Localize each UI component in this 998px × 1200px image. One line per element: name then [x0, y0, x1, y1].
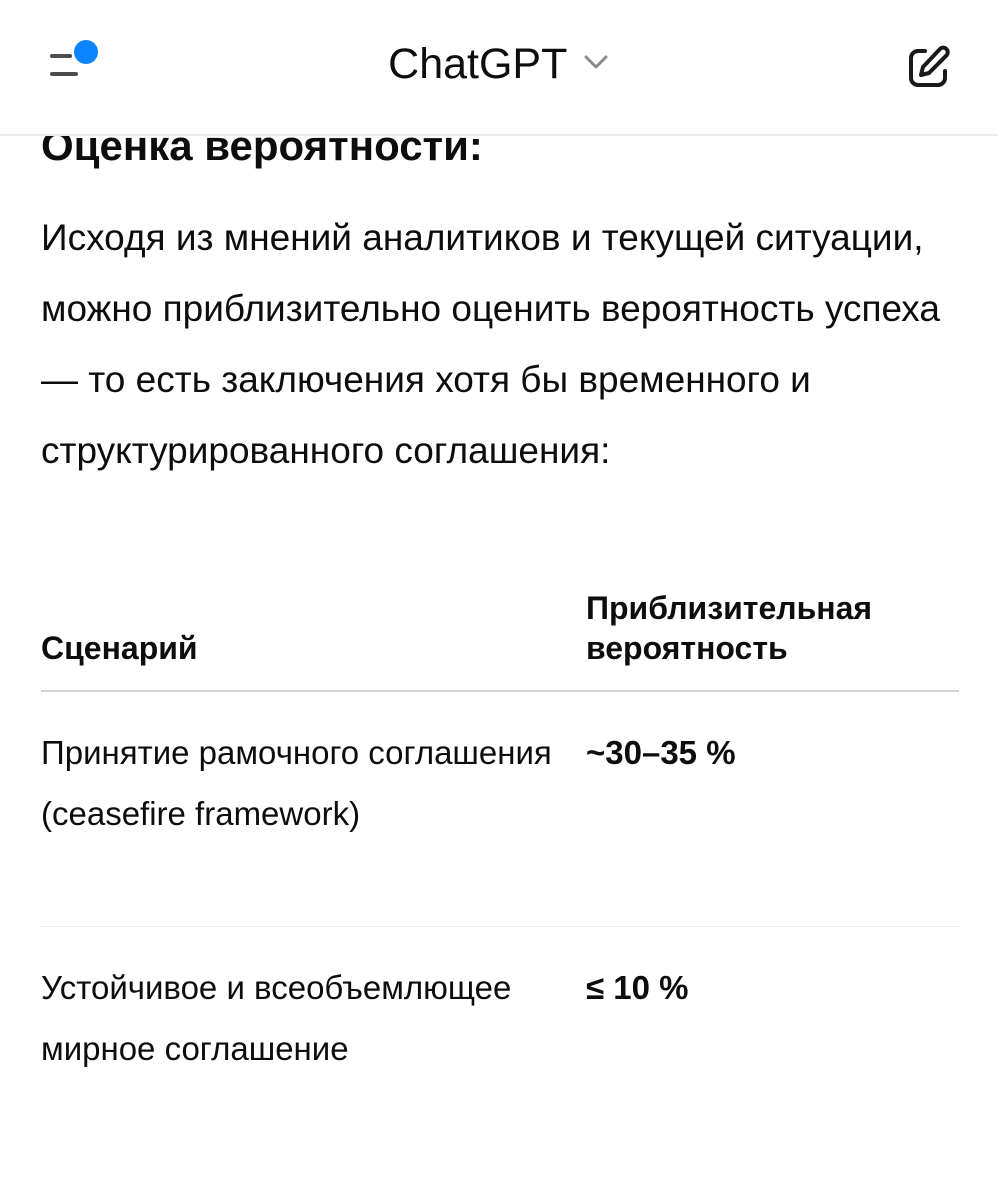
app-title: ChatGPT [388, 40, 568, 88]
table-row: Принятие рамочного соглашения (ceasefire… [41, 692, 959, 927]
probability-table: Сценарий Приблизительная вероятность При… [41, 584, 959, 1187]
column-header-probability: Приблизительная вероятность [586, 590, 873, 666]
model-selector[interactable]: ChatGPT [0, 36, 998, 92]
column-header-scenario: Сценарий [41, 630, 198, 666]
new-chat-button[interactable] [900, 40, 956, 96]
scenario-cell: Устойчивое и всеобъемлющее мирное соглаш… [41, 969, 512, 1067]
scenario-cell: Принятие рамочного соглашения (ceasefire… [41, 734, 552, 832]
probability-cell: ~30–35 % [586, 734, 736, 771]
edit-square-icon [909, 45, 950, 87]
top-bar: ChatGPT [0, 0, 998, 136]
chat-screen: ChatGPT Оценка вероятности: Исходя из мн… [0, 0, 998, 1200]
table-header-row: Сценарий Приблизительная вероятность [41, 584, 959, 692]
chevron-down-icon [584, 55, 608, 69]
intro-paragraph: Исходя из мнений аналитиков и текущей си… [41, 217, 940, 471]
table-row: Устойчивое и всеобъемлющее мирное соглаш… [41, 927, 959, 1187]
probability-cell: ≤ 10 % [586, 969, 689, 1006]
